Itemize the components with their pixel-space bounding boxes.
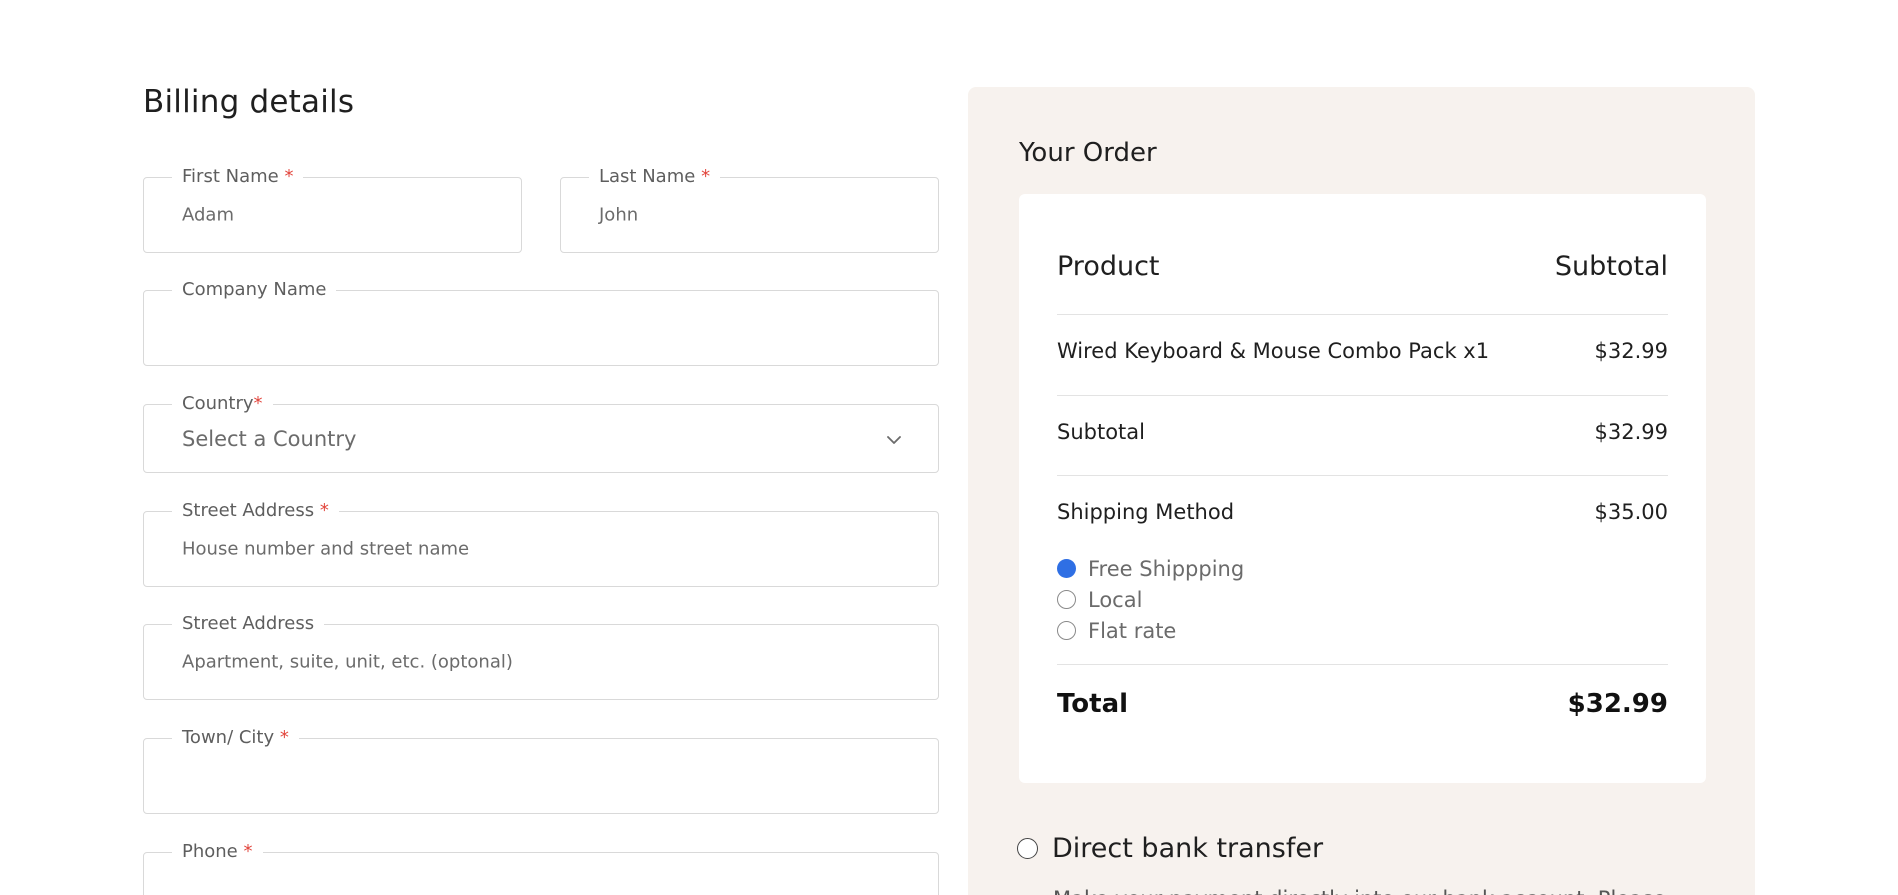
order-item-price: $32.99: [1594, 339, 1668, 363]
total-value: $32.99: [1567, 689, 1668, 719]
shipping-options: Free Shippping Local Flat rate: [1057, 553, 1244, 646]
checkout-page: Billing details First Name * Adam Last N…: [0, 0, 1898, 895]
phone-label: Phone *: [172, 841, 263, 863]
subtotal-column-header: Subtotal: [1554, 251, 1668, 282]
shipping-method-label: Shipping Method: [1057, 500, 1235, 524]
street-address-label: Street Address *: [172, 500, 339, 522]
total-row: Total $32.99: [1057, 689, 1668, 719]
total-label: Total: [1057, 689, 1129, 719]
subtotal-label: Subtotal: [1057, 420, 1145, 444]
divider: [1057, 395, 1668, 396]
country-select[interactable]: Country* Select a Country: [143, 393, 939, 473]
order-item-row: Wired Keyboard & Mouse Combo Pack x1 $32…: [1057, 339, 1668, 363]
payment-option-bank-transfer[interactable]: Direct bank transfer: [1017, 833, 1323, 864]
shipping-method-row: Shipping Method $35.00: [1057, 500, 1668, 524]
town-city-field[interactable]: Town/ City *: [143, 727, 939, 814]
shipping-option-label: Free Shippping: [1088, 556, 1245, 581]
first-name-label: First Name *: [172, 166, 304, 188]
subtotal-row: Subtotal $32.99: [1057, 420, 1668, 444]
shipping-method-value: $35.00: [1594, 500, 1668, 524]
street-address-2-label: Street Address: [172, 613, 325, 635]
radio-unchecked-icon[interactable]: [1057, 621, 1076, 640]
divider: [1057, 314, 1668, 315]
street-address-placeholder[interactable]: House number and street name: [182, 539, 469, 560]
last-name-label: Last Name *: [589, 166, 721, 188]
order-panel: Your Order Product Subtotal Wired Keyboa…: [968, 87, 1755, 895]
order-header-row: Product Subtotal: [1057, 251, 1668, 282]
shipping-option-flat-rate[interactable]: Flat rate: [1057, 615, 1244, 646]
town-city-label: Town/ City *: [172, 727, 299, 749]
street-address-2-placeholder[interactable]: Apartment, suite, unit, etc. (optonal): [182, 652, 513, 673]
first-name-value[interactable]: Adam: [182, 205, 234, 226]
first-name-field[interactable]: First Name * Adam: [143, 166, 522, 253]
order-item-name: Wired Keyboard & Mouse Combo Pack x1: [1057, 339, 1490, 363]
country-label: Country*: [172, 393, 273, 415]
subtotal-value: $32.99: [1594, 420, 1668, 444]
radio-checked-icon[interactable]: [1057, 559, 1076, 578]
product-column-header: Product: [1057, 251, 1160, 282]
shipping-option-local[interactable]: Local: [1057, 584, 1244, 615]
street-address-field[interactable]: Street Address * House number and street…: [143, 500, 939, 587]
phone-field[interactable]: Phone *: [143, 841, 939, 895]
street-address-2-field[interactable]: Street Address Apartment, suite, unit, e…: [143, 613, 939, 700]
bank-transfer-description: Make your payment directly into our bank…: [1053, 887, 1666, 895]
chevron-down-icon[interactable]: [886, 435, 902, 445]
divider: [1057, 664, 1668, 665]
last-name-field[interactable]: Last Name * John: [560, 166, 939, 253]
billing-title: Billing details: [143, 84, 355, 120]
company-name-label: Company Name: [172, 279, 337, 301]
order-title: Your Order: [1019, 138, 1157, 168]
bank-transfer-label: Direct bank transfer: [1052, 833, 1324, 864]
order-summary-card: Product Subtotal Wired Keyboard & Mouse …: [1019, 194, 1706, 783]
shipping-option-label: Local: [1088, 587, 1143, 612]
radio-unchecked-icon[interactable]: [1017, 838, 1038, 859]
last-name-value[interactable]: John: [599, 205, 638, 226]
radio-unchecked-icon[interactable]: [1057, 590, 1076, 609]
divider: [1057, 475, 1668, 476]
shipping-option-label: Flat rate: [1088, 618, 1177, 643]
country-selected-value[interactable]: Select a Country: [182, 427, 356, 451]
shipping-option-free[interactable]: Free Shippping: [1057, 553, 1244, 584]
company-name-field[interactable]: Company Name: [143, 279, 939, 366]
